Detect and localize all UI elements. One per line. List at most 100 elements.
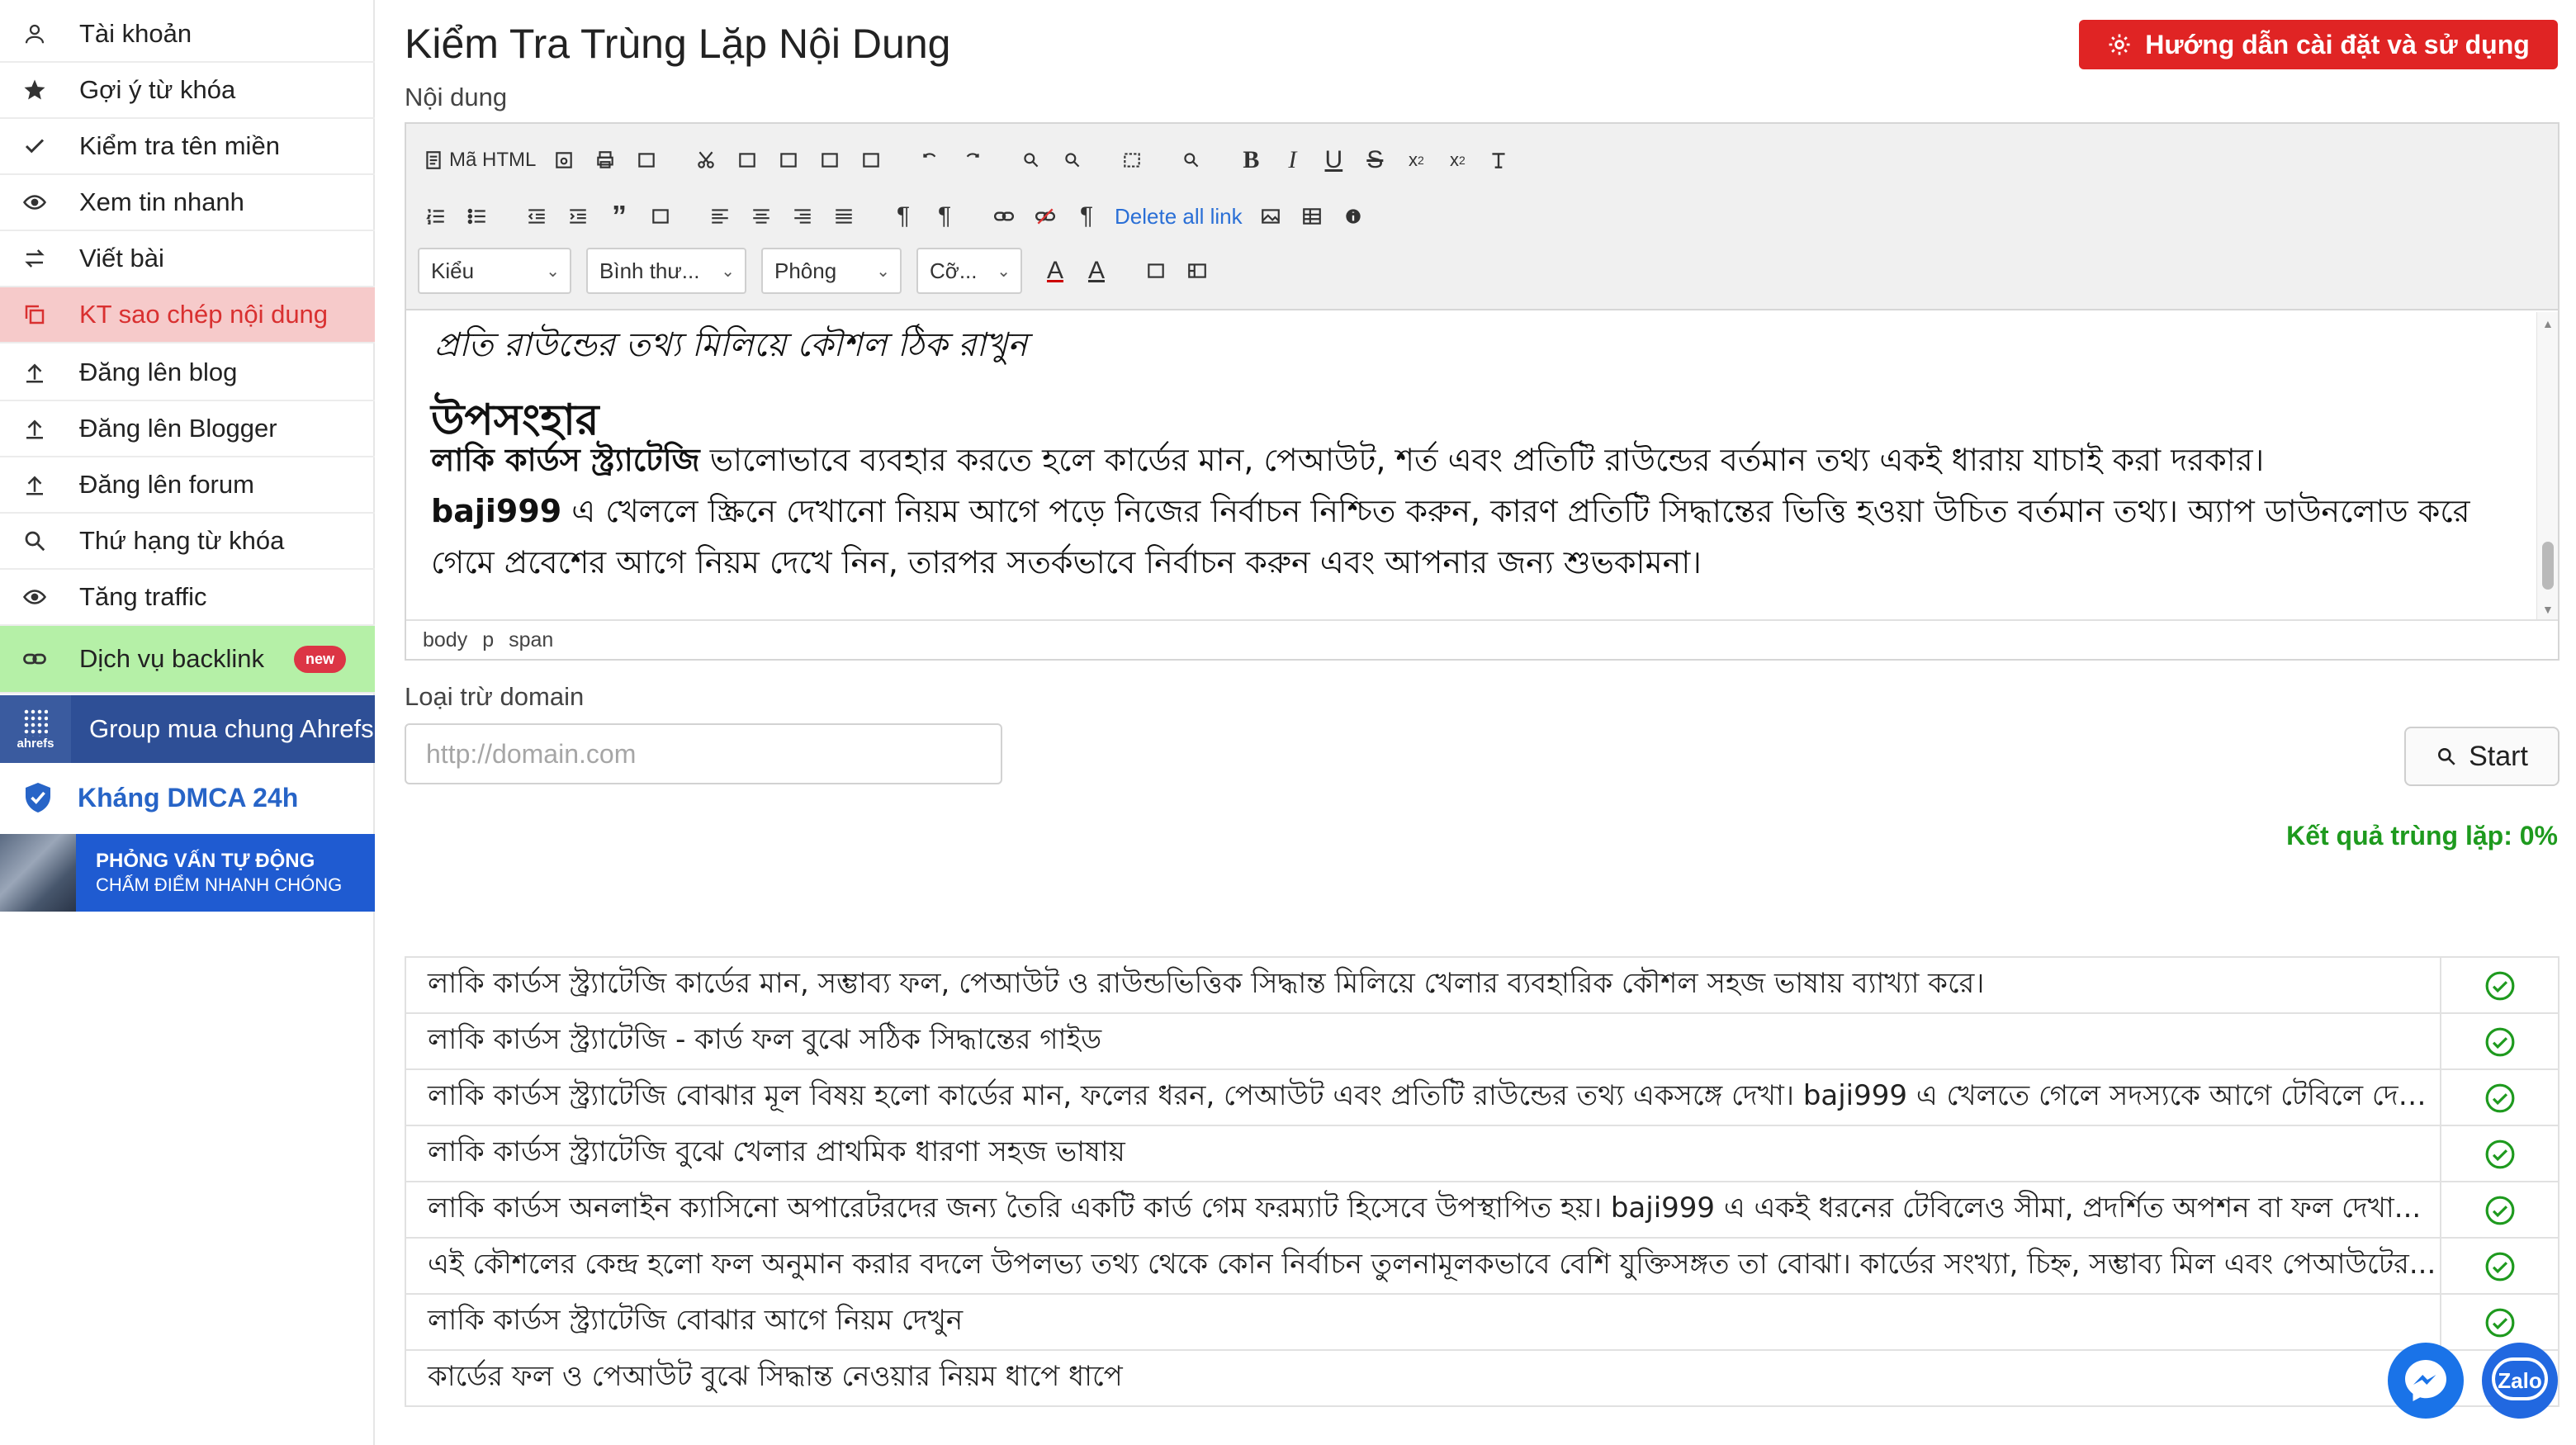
replace-icon[interactable] <box>1054 140 1091 180</box>
strike-button[interactable]: S <box>1357 140 1393 180</box>
text-color-icon[interactable]: A <box>1037 251 1073 291</box>
print-icon[interactable] <box>587 140 623 180</box>
save-icon[interactable] <box>546 140 582 180</box>
scroll-down-icon[interactable]: ▼ <box>2542 603 2554 616</box>
editor-content[interactable]: প্রতি রাউন্ডের তথ্য মিলিয়ে কৌশল ঠিক রাখ… <box>406 312 2536 619</box>
editor-scrollbar[interactable]: ▲ ▼ <box>2536 312 2558 619</box>
exclude-domain-input[interactable] <box>405 723 1002 784</box>
sidebar-item-label: Đăng lên Blogger <box>79 414 277 443</box>
align-right-icon[interactable] <box>784 197 821 236</box>
template-icon[interactable] <box>628 140 665 180</box>
sidebar-item-label: Tăng traffic <box>79 582 207 611</box>
sidebar-item-account[interactable]: Tài khoản <box>0 7 375 63</box>
zalo-button[interactable]: Zalo <box>2482 1343 2558 1419</box>
subscript-button[interactable]: x2 <box>1398 140 1434 180</box>
ahrefs-group-banner[interactable]: ahrefs Group mua chung Ahrefs <box>0 695 375 763</box>
scroll-up-icon[interactable]: ▲ <box>2542 317 2554 330</box>
sidebar-item-label: Thứ hạng từ khóa <box>79 526 285 555</box>
path-p[interactable]: p <box>482 628 494 652</box>
undo-icon[interactable] <box>912 140 949 180</box>
messenger-icon <box>2405 1360 2446 1401</box>
check-circle-icon <box>2485 1308 2514 1338</box>
sidebar-item-domain-check[interactable]: Kiểm tra tên miền <box>0 119 375 175</box>
sidebar-item-post-forum[interactable]: Đăng lên forum <box>0 457 375 514</box>
path-span[interactable]: span <box>509 628 553 652</box>
align-left-icon[interactable] <box>702 197 738 236</box>
bold-button[interactable]: B <box>1233 140 1269 180</box>
paste-word-icon[interactable] <box>853 140 889 180</box>
sidebar-item-post-blogger[interactable]: Đăng lên Blogger <box>0 401 375 457</box>
underline-button[interactable]: U <box>1315 140 1352 180</box>
image-icon[interactable] <box>1252 197 1289 236</box>
link-icon[interactable] <box>986 197 1022 236</box>
table-row: লাকি কার্ডস স্ট্র্যাটেজি বোঝার মূল বিষয়… <box>404 1068 2559 1126</box>
search-icon <box>2438 748 2455 765</box>
paste-icon[interactable] <box>770 140 807 180</box>
sidebar-item-keyword-suggest[interactable]: Gợi ý từ khóa <box>0 63 375 119</box>
blockquote-icon[interactable]: ” <box>601 197 637 236</box>
format-select[interactable]: Bình thư... ⌄ <box>586 248 746 294</box>
align-justify-icon[interactable] <box>826 197 862 236</box>
table-row: লাকি কার্ডস স্ট্র্যাটেজি - কার্ড ফল বুঝে… <box>404 1012 2559 1070</box>
swap-icon <box>20 244 50 273</box>
paste-text-icon[interactable] <box>812 140 848 180</box>
sidebar-item-label: Gợi ý từ khóa <box>79 75 236 104</box>
bullet-list-icon[interactable] <box>459 197 495 236</box>
select-all-icon[interactable] <box>1114 140 1150 180</box>
cut-icon[interactable] <box>688 140 724 180</box>
size-select[interactable]: Cỡ... ⌄ <box>916 248 1022 294</box>
source-html-button[interactable]: Mã HTML <box>418 140 541 180</box>
start-button[interactable]: Start <box>2404 727 2559 786</box>
rtl-icon[interactable]: ¶ <box>926 197 963 236</box>
sidebar-item-backlink[interactable]: Dịch vụ backlink new <box>0 626 375 694</box>
show-blocks-icon[interactable] <box>1179 251 1215 291</box>
scrollbar-thumb[interactable] <box>2542 542 2554 590</box>
sidebar-item-quick-news[interactable]: Xem tin nhanh <box>0 175 375 231</box>
div-container-icon[interactable] <box>642 197 679 236</box>
upload-icon <box>20 414 50 443</box>
check-circle-icon <box>2485 1252 2514 1282</box>
superscript-button[interactable]: x2 <box>1439 140 1475 180</box>
style-select[interactable]: Kiểu ⌄ <box>418 248 571 294</box>
check-circle-icon <box>2485 1083 2514 1113</box>
bg-color-icon[interactable]: A <box>1078 251 1115 291</box>
result-text: লাকি কার্ডস স্ট্র্যাটেজি বোঝার মূল বিষয়… <box>404 1068 2442 1126</box>
sidebar-item-copy-check[interactable]: KT sao chép nội dung <box>0 287 375 343</box>
guide-button[interactable]: Hướng dẫn cài đặt và sử dụng <box>2079 20 2558 69</box>
anchor-icon[interactable]: ¶ <box>1068 197 1105 236</box>
messenger-button[interactable] <box>2388 1343 2464 1419</box>
sidebar-item-keyword-rank[interactable]: Thứ hạng từ khóa <box>0 514 375 570</box>
outdent-icon[interactable] <box>519 197 555 236</box>
ltr-icon[interactable]: ¶ <box>885 197 921 236</box>
table-row: কার্ডের ফল ও পেআউট বুঝে সিদ্ধান্ত নেওয়া… <box>404 1349 2559 1407</box>
chevron-down-icon: ⌄ <box>997 262 1011 281</box>
eye-icon <box>20 187 50 217</box>
table-row: লাকি কার্ডস স্ট্র্যাটেজি বুঝে খেলার প্রা… <box>404 1125 2559 1182</box>
maximize-icon[interactable] <box>1138 251 1174 291</box>
unlink-icon[interactable] <box>1027 197 1063 236</box>
numbered-list-icon[interactable] <box>418 197 454 236</box>
indent-icon[interactable] <box>560 197 596 236</box>
spellcheck-icon[interactable] <box>1173 140 1210 180</box>
sidebar-item-post-blog[interactable]: Đăng lên blog <box>0 345 375 401</box>
sidebar-item-write-post[interactable]: Viết bài <box>0 231 375 287</box>
chevron-down-icon: ⌄ <box>721 262 735 281</box>
copy-format-icon[interactable] <box>729 140 765 180</box>
result-status <box>2440 1012 2559 1070</box>
redo-icon[interactable] <box>954 140 990 180</box>
path-body[interactable]: body <box>423 628 467 652</box>
find-icon[interactable] <box>1013 140 1049 180</box>
result-status <box>2440 1068 2559 1126</box>
align-center-icon[interactable] <box>743 197 779 236</box>
italic-button[interactable]: I <box>1274 140 1310 180</box>
interview-banner[interactable]: PHỎNG VẤN TỰ ĐỘNG CHẤM ĐIỂM NHANH CHÓNG <box>0 834 375 912</box>
font-select[interactable]: Phông ⌄ <box>761 248 902 294</box>
dmca-link[interactable]: Kháng DMCA 24h <box>0 765 375 831</box>
shield-icon <box>26 783 50 813</box>
info-icon[interactable] <box>1335 197 1371 236</box>
delete-all-link-button[interactable]: Delete all link <box>1110 197 1248 236</box>
gear-icon <box>2109 34 2130 55</box>
remove-format-icon[interactable] <box>1480 140 1517 180</box>
table-icon[interactable] <box>1294 197 1330 236</box>
sidebar-item-traffic[interactable]: Tăng traffic <box>0 570 375 626</box>
